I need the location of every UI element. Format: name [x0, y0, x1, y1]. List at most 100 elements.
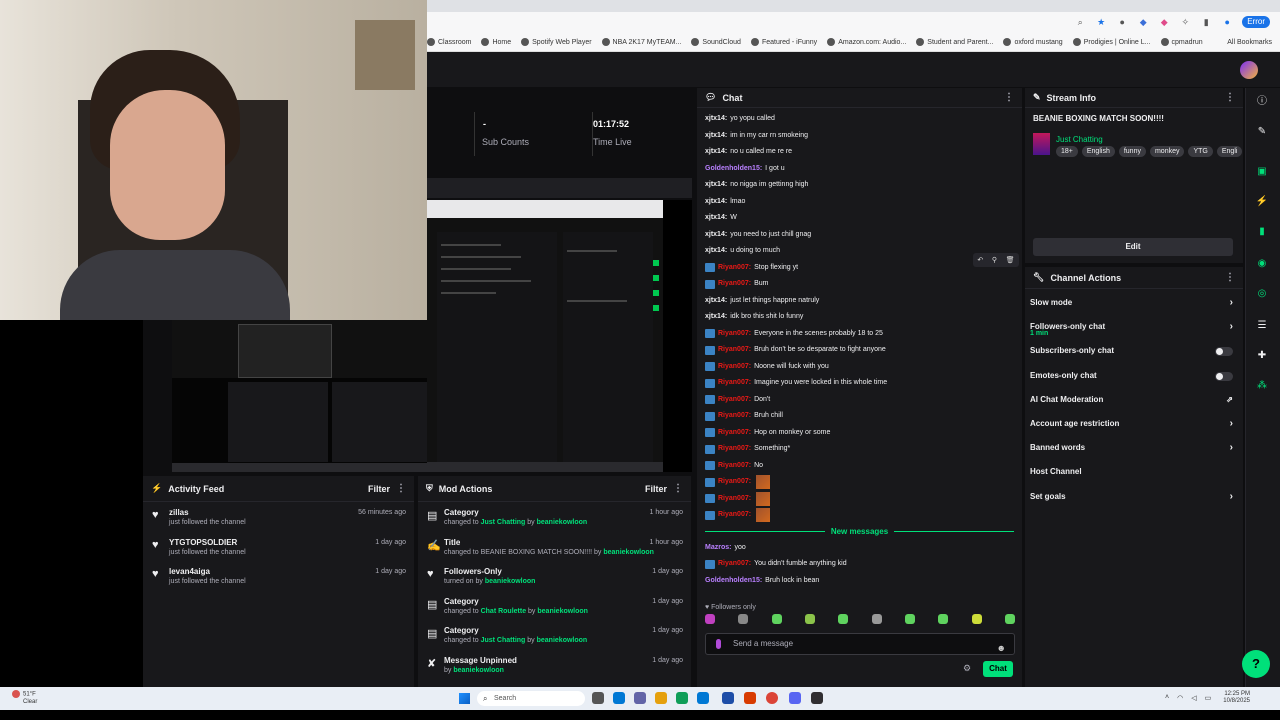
moderator-name[interactable]: beaniekowloon: [453, 667, 504, 674]
emote-icon[interactable]: [771, 614, 782, 624]
chevron-right-icon[interactable]: ›: [1230, 412, 1233, 436]
channel-action-item[interactable]: Host Channel: [1025, 460, 1243, 484]
delete-icon[interactable]: 🗑︎: [1006, 256, 1015, 264]
chat-username[interactable]: Riyan007:: [718, 408, 751, 424]
chat-message[interactable]: xjtx14: W: [705, 210, 1014, 227]
edit-stream-info-button[interactable]: Edit: [1033, 238, 1233, 256]
chevron-right-icon[interactable]: ›: [1230, 436, 1233, 460]
chat-message[interactable]: xjtx14: no nigga im gettinng high: [705, 177, 1014, 194]
user-avatar[interactable]: [1240, 61, 1258, 79]
chrome-icon[interactable]: [766, 692, 778, 704]
chat-message[interactable]: Riyan007: Something*: [705, 441, 1014, 458]
teams-icon[interactable]: [634, 692, 646, 704]
emote-icon[interactable]: [804, 614, 815, 624]
moderator-name[interactable]: beaniekowloon: [537, 519, 588, 526]
chat-username[interactable]: Riyan007:: [718, 359, 751, 375]
channel-action-item[interactable]: Emotes-only chat: [1025, 364, 1243, 388]
shield-icon[interactable]: ◆: [1137, 16, 1149, 28]
chat-username[interactable]: xjtx14:: [705, 309, 727, 325]
extension-icon[interactable]: ●: [1116, 16, 1128, 28]
emote-icon[interactable]: [705, 614, 715, 624]
chat-message[interactable]: Riyan007: No: [705, 458, 1014, 475]
emoji-picker-icon[interactable]: ☻: [997, 638, 1006, 658]
emote-icon[interactable]: [838, 614, 849, 624]
chat-message[interactable]: Riyan007:: [705, 491, 1014, 508]
all-bookmarks-button[interactable]: All Bookmarks: [1227, 39, 1280, 46]
kebab-menu-icon[interactable]: ⋮: [673, 483, 683, 494]
channel-action-item[interactable]: Subscribers-only chat: [1025, 339, 1243, 363]
chevron-up-icon[interactable]: ˄: [1165, 694, 1169, 702]
star-icon[interactable]: ★: [1095, 16, 1107, 28]
taskbar-search[interactable]: ⌕ Search: [477, 691, 585, 706]
chat-message[interactable]: xjtx14: just let things happne natruly: [705, 293, 1014, 310]
store-icon[interactable]: [697, 692, 709, 704]
bookmark-item[interactable]: Amazon.com: Audio...: [827, 38, 906, 46]
chat-send-button[interactable]: Chat: [983, 661, 1013, 677]
bookmark-item[interactable]: SoundCloud: [691, 38, 741, 46]
stream-tag[interactable]: monkey: [1149, 146, 1185, 157]
moderator-name[interactable]: beaniekowloon: [603, 549, 654, 556]
stream-category[interactable]: Just Chatting: [1056, 135, 1103, 144]
chat-message[interactable]: Goldenholden15: I got u: [705, 161, 1014, 178]
edge-icon[interactable]: [676, 692, 688, 704]
chat-username[interactable]: Riyan007:: [718, 375, 751, 391]
mod-filter-button[interactable]: Filter: [645, 484, 667, 494]
chat-username[interactable]: Riyan007:: [718, 392, 751, 408]
emote-icon[interactable]: [738, 614, 749, 624]
emote-icon[interactable]: [938, 614, 949, 624]
clip-icon[interactable]: ▮: [1254, 224, 1270, 240]
stream-tag[interactable]: English: [1081, 146, 1115, 157]
chat-message[interactable]: xjtx14: lmao: [705, 194, 1014, 211]
chat-username[interactable]: Riyan007:: [718, 425, 751, 441]
chat-message[interactable]: xjtx14: idk bro this shit lo funny: [705, 309, 1014, 326]
chat-username[interactable]: Goldenholden15:: [705, 161, 762, 177]
chat-username[interactable]: xjtx14:: [705, 177, 727, 193]
help-icon[interactable]: ?: [1242, 650, 1270, 678]
bookmark-item[interactable]: cpmadrun: [1160, 38, 1203, 46]
emote-icon[interactable]: [871, 614, 882, 624]
chat-message[interactable]: xjtx14: u doing to much: [705, 243, 1014, 260]
mod-action-category[interactable]: Chat Roulette: [481, 608, 527, 615]
emote-icon[interactable]: [971, 614, 982, 624]
file-explorer-icon[interactable]: [655, 692, 667, 704]
chat-username[interactable]: xjtx14:: [705, 243, 727, 259]
emote-icon[interactable]: [904, 614, 915, 624]
chat-username[interactable]: xjtx14:: [705, 194, 727, 210]
chat-message[interactable]: Mazros: yoo: [705, 540, 1014, 557]
marker-icon[interactable]: ▣: [1254, 164, 1270, 180]
volume-icon[interactable]: ◁: [1191, 694, 1196, 702]
profile-dot-icon[interactable]: ●: [1221, 16, 1233, 28]
chat-message[interactable]: xjtx14: no u called me re re: [705, 144, 1014, 161]
apps-icon[interactable]: ⁂: [1254, 378, 1270, 394]
copilot-icon[interactable]: [613, 692, 625, 704]
chat-message[interactable]: Riyan007: Bruh chill: [705, 408, 1014, 425]
kebab-menu-icon[interactable]: ⋮: [1225, 92, 1235, 103]
stream-tag[interactable]: 18+: [1056, 146, 1078, 157]
chat-message[interactable]: Riyan007: You didn't fumble anything kid: [705, 556, 1014, 573]
chat-username[interactable]: xjtx14:: [705, 144, 727, 160]
bookmark-item[interactable]: Student and Parent...: [916, 38, 993, 46]
activity-filter-button[interactable]: Filter: [368, 484, 390, 494]
chat-message[interactable]: Riyan007: Bum: [705, 276, 1014, 293]
moderator-name[interactable]: beaniekowloon: [537, 637, 588, 644]
chat-message[interactable]: xjtx14: yo yopu called: [705, 111, 1014, 128]
battery-icon[interactable]: ▭: [1205, 694, 1212, 702]
chat-username[interactable]: xjtx14:: [705, 293, 727, 309]
chat-username[interactable]: Riyan007:: [718, 276, 751, 292]
info-icon[interactable]: ⓘ: [1254, 94, 1270, 110]
stream-tag[interactable]: Engli: [1216, 146, 1243, 157]
bookmark-item[interactable]: Prodigies | Online L...: [1072, 38, 1151, 46]
chat-username[interactable]: Riyan007:: [718, 441, 751, 457]
obs-icon[interactable]: [811, 692, 823, 704]
mod-action-category[interactable]: Just Chatting: [481, 519, 526, 526]
channel-action-item[interactable]: Followers-only chat 1 min ›: [1025, 315, 1243, 339]
task-view-icon[interactable]: [592, 692, 604, 704]
pin-icon[interactable]: ⚲: [992, 256, 997, 264]
taskbar-clock[interactable]: 12:25 PM 10/8/2025: [1223, 691, 1250, 705]
wifi-icon[interactable]: ◠: [1177, 694, 1183, 702]
chat-message[interactable]: Riyan007:: [705, 507, 1014, 524]
bookmark-item[interactable]: Classroom: [427, 38, 471, 46]
kebab-menu-icon[interactable]: ⋮: [396, 483, 406, 494]
bookmark-item[interactable]: Spotify Web Player: [521, 38, 592, 46]
chat-message-input[interactable]: Send a message ☻: [705, 633, 1015, 655]
